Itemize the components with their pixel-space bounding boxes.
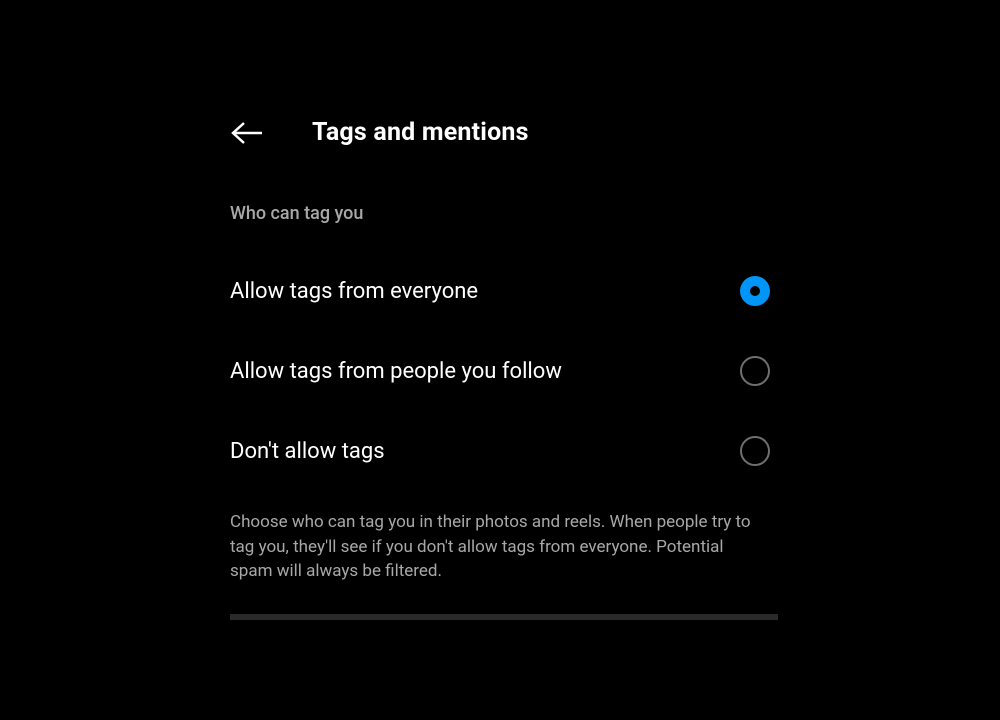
option-label: Don't allow tags (230, 439, 385, 464)
section-description: Choose who can tag you in their photos a… (230, 510, 770, 584)
option-label: Allow tags from people you follow (230, 359, 562, 384)
radio-icon (740, 436, 770, 466)
option-allow-everyone[interactable]: Allow tags from everyone (230, 276, 770, 306)
back-arrow-icon[interactable] (230, 120, 264, 146)
option-dont-allow[interactable]: Don't allow tags (230, 436, 770, 466)
section-label: Who can tag you (230, 203, 770, 224)
scrollbar[interactable] (230, 614, 778, 620)
header: Tags and mentions (230, 118, 770, 147)
option-allow-following[interactable]: Allow tags from people you follow (230, 356, 770, 386)
radio-icon (740, 356, 770, 386)
option-label: Allow tags from everyone (230, 279, 478, 304)
radio-icon (740, 276, 770, 306)
page-title: Tags and mentions (312, 118, 529, 147)
